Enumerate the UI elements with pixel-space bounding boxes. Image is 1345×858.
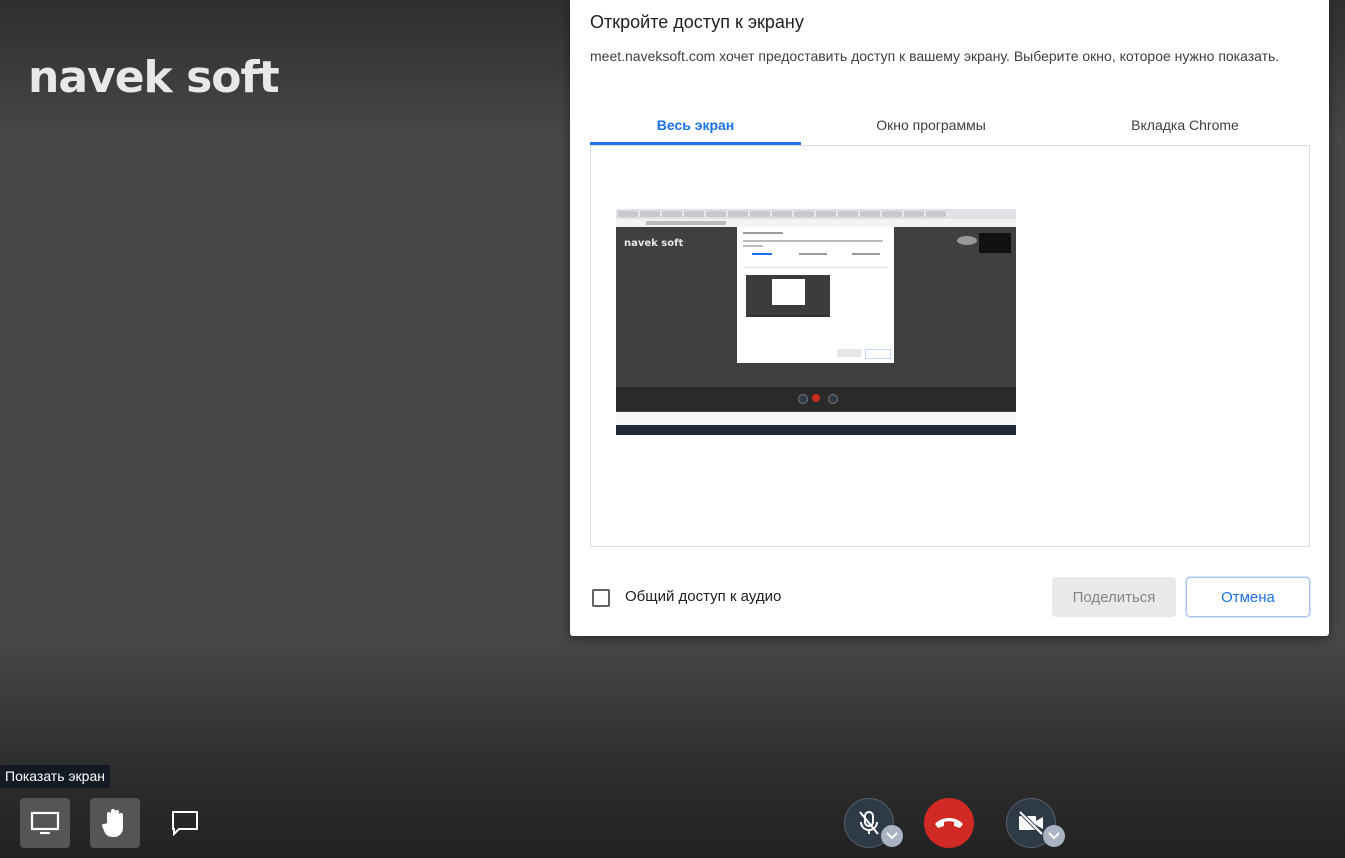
- dialog-description: meet.naveksoft.com хочет предоставить до…: [590, 48, 1280, 64]
- thumb-dialog: [737, 227, 894, 363]
- thumb-avatar: [957, 236, 977, 245]
- thumb-toolbar: [616, 387, 1016, 411]
- thumb-camera-preview: [979, 233, 1011, 253]
- chevron-down-icon: [886, 832, 898, 840]
- tooltip: Показать экран: [0, 765, 110, 788]
- cancel-button[interactable]: Отмена: [1186, 577, 1310, 617]
- thumb-taskbar: [616, 425, 1016, 435]
- hangup-icon: [935, 818, 963, 828]
- chat-icon: [172, 811, 198, 837]
- share-button[interactable]: Поделиться: [1052, 577, 1176, 617]
- thumb-download-bar: [616, 412, 1016, 425]
- tab-application-window[interactable]: Окно программы: [831, 108, 1031, 142]
- camera-options-button[interactable]: [1043, 825, 1065, 847]
- thumb-logo: navek soft: [624, 238, 684, 249]
- mic-options-button[interactable]: [881, 825, 903, 847]
- raise-hand-button[interactable]: [90, 798, 140, 848]
- tab-entire-screen[interactable]: Весь экран: [590, 108, 801, 145]
- thumb-browser-tabstrip: [616, 209, 1016, 219]
- chat-button[interactable]: [160, 798, 210, 848]
- raise-hand-icon: [101, 809, 123, 837]
- thumb-address-bar: [616, 219, 1016, 227]
- brand-logo: navek soft: [28, 52, 280, 103]
- source-tabs: Весь экран Окно программы Вкладка Chrome: [590, 108, 1310, 145]
- brand-logo-text: navek soft: [28, 52, 280, 103]
- tab-chrome-tab[interactable]: Вкладка Chrome: [1090, 108, 1280, 142]
- hangup-button[interactable]: [924, 798, 974, 848]
- source-preview-pane: navek soft: [590, 145, 1310, 547]
- share-audio-checkbox[interactable]: [592, 589, 610, 607]
- share-audio-label: Общий доступ к аудио: [625, 588, 782, 605]
- share-screen-dialog: Откройте доступ к экрану meet.naveksoft.…: [570, 0, 1329, 636]
- screen-share-icon: [30, 811, 60, 835]
- mic-off-icon: [859, 811, 879, 835]
- screen-share-button[interactable]: [20, 798, 70, 848]
- chevron-down-icon: [1048, 832, 1060, 840]
- camera-off-icon: [1018, 810, 1044, 836]
- screen-thumbnail[interactable]: navek soft: [616, 209, 1016, 435]
- dialog-title: Откройте доступ к экрану: [590, 12, 804, 32]
